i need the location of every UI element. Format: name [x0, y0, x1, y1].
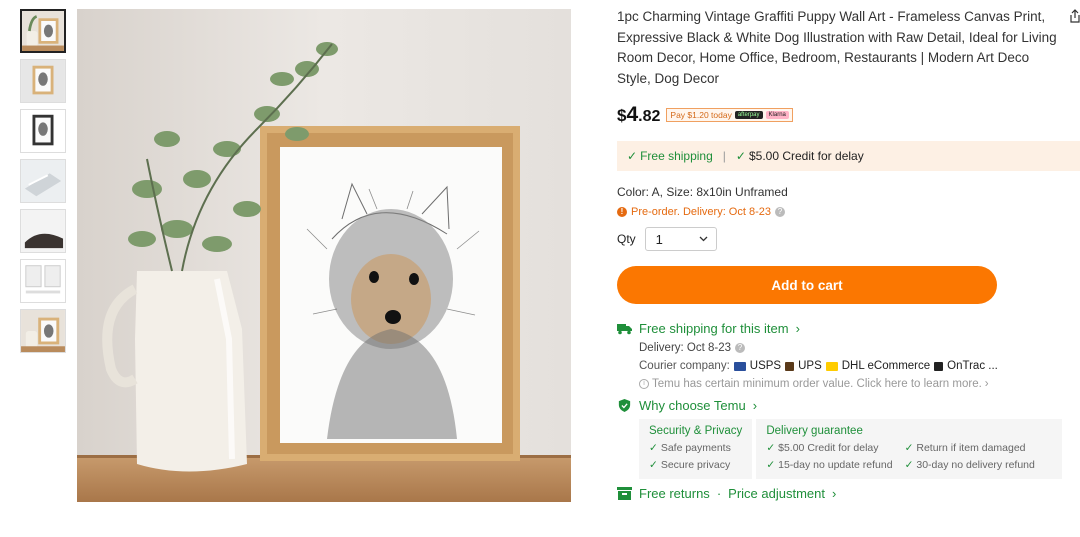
guarantee-item-text: Safe payments [660, 442, 731, 454]
why-choose-title: Why choose Temu [639, 398, 746, 413]
info-icon: i [639, 379, 649, 389]
delivery-guarantee-col-2: ✓ Return if item damaged ✓ 30-day no deliv… [905, 440, 1035, 474]
price-decimal: .82 [638, 108, 661, 125]
chevron-right-icon: › [795, 321, 800, 336]
selected-variant[interactable]: Color: A, Size: 8x10in Unframed [617, 185, 1077, 199]
why-choose-link[interactable]: Why choose Temu › [617, 398, 1077, 413]
check-icon: ✓ [904, 459, 914, 471]
chevron-down-icon [699, 236, 708, 242]
free-shipping-link[interactable]: Free shipping for this item › [617, 321, 1077, 336]
afterpay-logo: afterpay [734, 111, 763, 119]
courier-dhl: DHL eCommerce [841, 360, 931, 372]
product-info: 1pc Charming Vintage Graffiti Puppy Wall… [617, 7, 1080, 501]
separator: | [722, 149, 726, 163]
thumbnail-7[interactable] [20, 309, 66, 353]
guarantee-item: ✓ $5.00 Credit for delay [766, 440, 892, 457]
free-shipping-text: Free shipping [640, 149, 713, 163]
guarantee-item-text: 15-day no update refund [778, 459, 893, 471]
guarantee-panel: Security & Privacy ✓ Safe payments ✓ Secur… [639, 419, 1077, 479]
courier-ups: UPS [798, 360, 822, 372]
thumbnail-5[interactable] [20, 209, 66, 253]
guarantee-item: ✓ 30-day no delivery refund [905, 457, 1035, 474]
delivery-text: Delivery: Oct 8-23 [639, 342, 732, 354]
returns-separator: · [716, 486, 722, 501]
usps-logo-icon [733, 361, 746, 371]
guarantee-item-text: 30-day no delivery refund [916, 459, 1035, 471]
ontrac-logo-icon [934, 361, 944, 371]
guarantee-item: ✓ Safe payments [649, 440, 742, 457]
free-shipping-title: Free shipping for this item [639, 321, 789, 336]
preorder-text: Pre-order. Delivery: Oct 8-23 [631, 206, 771, 218]
courier-label: Courier company: [639, 360, 730, 372]
delivery-guarantee-box: Delivery guarantee ✓ $5.00 Credit for del… [756, 419, 1063, 479]
courier-line: Courier company: USPS UPS DHL eCommerce … [639, 360, 1077, 372]
price-row: $4.82 Pay $1.20 today afterpay Klarna [617, 103, 1077, 127]
preorder-notice: ! Pre-order. Delivery: Oct 8-23 ? [617, 206, 1077, 218]
thumbnail-6[interactable] [20, 259, 66, 303]
guarantee-item: ✓ 15-day no update refund [766, 457, 892, 474]
min-order-text: Temu has certain minimum order value. Cl… [652, 378, 982, 390]
help-icon[interactable]: ? [775, 207, 785, 217]
product-title: 1pc Charming Vintage Graffiti Puppy Wall… [617, 9, 1057, 86]
clock-icon: ! [617, 207, 627, 217]
check-icon: ✓ [649, 459, 658, 471]
chevron-right-icon: › [831, 486, 837, 501]
check-icon: ✓ [766, 442, 776, 454]
free-returns-text: Free returns [639, 486, 710, 501]
free-returns-link[interactable]: Free returns · Price adjustment › [617, 486, 1077, 501]
dhl-logo-icon [825, 361, 838, 371]
thumbnail-list [20, 9, 68, 359]
main-product-image[interactable] [77, 9, 571, 502]
courier-usps: USPS [749, 360, 782, 372]
chevron-right-icon: › [752, 398, 758, 413]
delivery-guarantee-col-1: ✓ $5.00 Credit for delay ✓ 15-day no updat… [766, 440, 892, 474]
klarna-logo: Klarna [765, 111, 789, 119]
free-shipping-tag: ✓ Free shipping [627, 149, 713, 163]
quantity-row: Qty 1 [617, 227, 1077, 251]
check-icon: ✓ [627, 149, 638, 163]
delivery-guarantee-columns: ✓ $5.00 Credit for delay ✓ 15-day no updat… [766, 440, 1052, 474]
pay-later-badge[interactable]: Pay $1.20 today afterpay Klarna [666, 108, 793, 122]
qty-label: Qty [617, 232, 636, 246]
shipping-banner: ✓ Free shipping | ✓ $5.00 Credit for delay [617, 141, 1080, 171]
delay-credit-text: $5.00 Credit for delay [748, 149, 864, 163]
add-to-cart-button[interactable]: Add to cart [617, 266, 997, 304]
ups-logo-icon [785, 361, 795, 371]
pay-later-text: Pay $1.20 today [670, 110, 732, 120]
thumbnail-3[interactable] [20, 109, 66, 153]
product-price: $4.82 [617, 103, 660, 127]
guarantee-item: ✓ Return if item damaged [905, 440, 1035, 457]
thumbnail-4[interactable] [20, 159, 66, 203]
guarantee-item: ✓ Secure privacy [649, 457, 742, 474]
check-icon: ✓ [649, 442, 658, 454]
thumbnail-1[interactable] [20, 9, 66, 53]
check-icon: ✓ [904, 442, 914, 454]
quantity-select[interactable]: 1 [644, 227, 717, 251]
security-privacy-box: Security & Privacy ✓ Safe payments ✓ Secur… [639, 419, 753, 479]
price-integer: 4 [626, 103, 639, 126]
returns-icon [617, 487, 632, 500]
qty-value: 1 [655, 231, 663, 247]
chevron-right-icon: › [984, 378, 989, 390]
thumbnail-2[interactable] [20, 59, 66, 103]
shield-icon [618, 399, 631, 412]
delay-credit-tag: ✓ $5.00 Credit for delay [736, 149, 864, 163]
min-order-link[interactable]: i Temu has certain minimum order value. … [639, 378, 1077, 390]
help-icon[interactable]: ? [735, 343, 746, 353]
guarantee-item-text: Return if item damaged [916, 442, 1026, 454]
security-title: Security & Privacy [649, 425, 743, 437]
guarantee-item-text: $5.00 Credit for delay [778, 442, 879, 454]
truck-icon [617, 324, 632, 335]
price-adjustment-text: Price adjustment [728, 486, 825, 501]
courier-ontrac: OnTrac ... [947, 360, 998, 372]
check-icon: ✓ [735, 149, 746, 163]
check-icon: ✓ [766, 459, 776, 471]
guarantee-item-text: Secure privacy [660, 459, 731, 471]
delivery-line: Delivery: Oct 8-23 ? [639, 342, 1077, 354]
delivery-guarantee-title: Delivery guarantee [766, 425, 863, 437]
